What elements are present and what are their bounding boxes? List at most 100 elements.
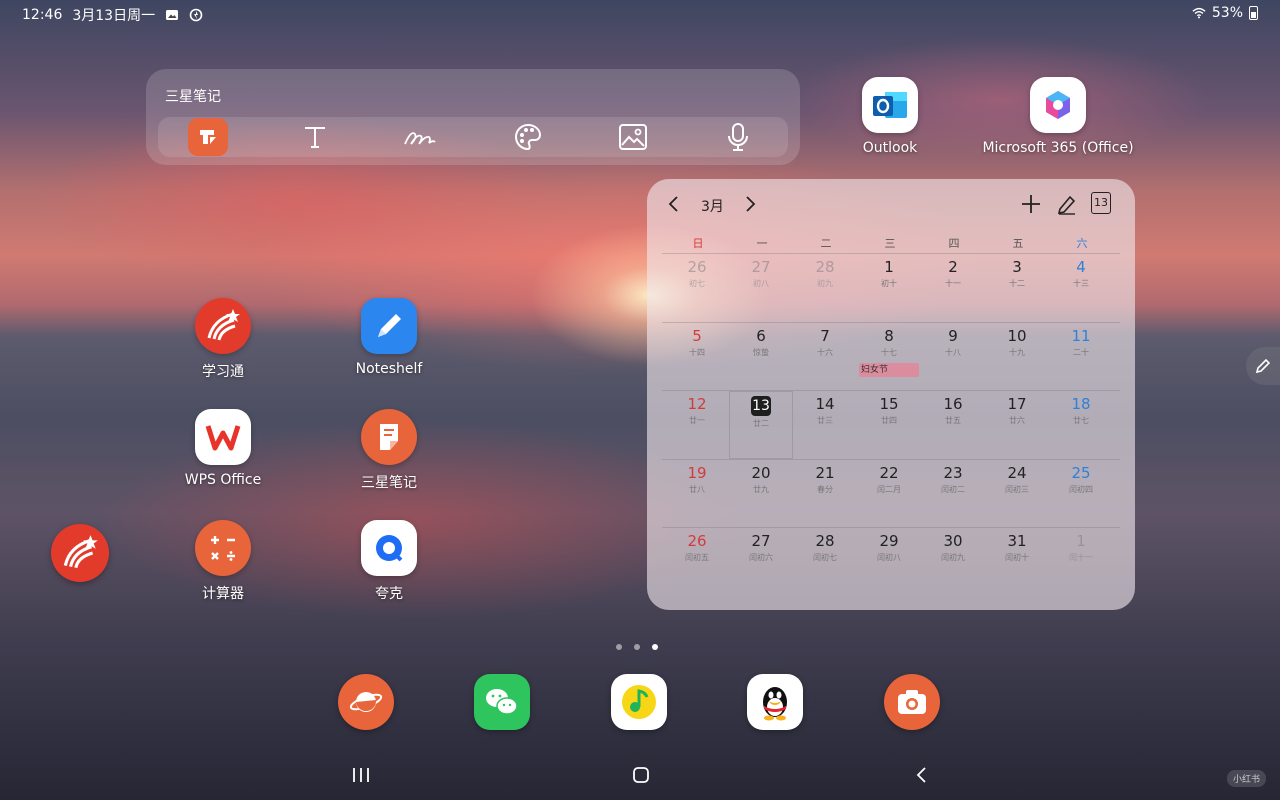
calendar-day-cell[interactable]: 19 廿八 <box>665 460 729 528</box>
calendar-day-cell[interactable]: 12 廿一 <box>665 391 729 459</box>
weekday-wed: 三 <box>884 237 896 250</box>
calendar-day-cell[interactable]: 6 惊蛰 <box>729 323 793 391</box>
status-bar-right: 53% <box>1192 5 1258 21</box>
wps-office-icon <box>195 409 251 465</box>
drawing-tool-button[interactable] <box>508 120 548 154</box>
app-calculator[interactable]: 计算器 <box>163 520 283 603</box>
calendar-day-cell[interactable]: 28 初九 <box>793 254 857 322</box>
app-label: Noteshelf <box>355 361 423 377</box>
calendar-day-cell[interactable]: 29 闰初八 <box>857 528 921 596</box>
calendar-day-cell[interactable]: 14 廿三 <box>793 391 857 459</box>
page-dot[interactable] <box>634 644 640 650</box>
calendar-day-cell[interactable]: 2 十一 <box>921 254 985 322</box>
calendar-day-cell[interactable]: 20 廿九 <box>729 460 793 528</box>
app-label: Outlook <box>862 140 918 156</box>
lunar-date: 初七 <box>689 279 705 288</box>
page-indicator[interactable] <box>616 644 658 650</box>
internet-planet-icon <box>349 692 383 712</box>
image-tool-button[interactable] <box>613 120 653 154</box>
xuexitong-shortcut-icon[interactable] <box>51 524 109 582</box>
lunar-date: 十四 <box>689 348 705 357</box>
calendar-day-cell[interactable]: 5 十四 <box>665 323 729 391</box>
recent-apps-button[interactable] <box>346 762 376 788</box>
calendar-day-number: 19 <box>687 464 707 482</box>
calendar-day-cell[interactable]: 24 闰初三 <box>985 460 1049 528</box>
app-quark[interactable]: 夸克 <box>329 520 449 603</box>
app-samsung-notes[interactable]: 三星笔记 <box>329 409 449 492</box>
calendar-day-cell[interactable]: 26 初七 <box>665 254 729 322</box>
calendar-day-cell[interactable]: 10 十九 <box>985 323 1049 391</box>
pencil-icon <box>1255 358 1271 374</box>
today-button[interactable]: 13 <box>1091 192 1111 214</box>
calendar-week-row: 26 闰初五 27 闰初六 28 闰初七 29 闰初八 30 闰初九 31 闰初十 1 闰十一 <box>662 527 1120 596</box>
app-microsoft-365[interactable]: Microsoft 365 (Office) <box>958 77 1158 156</box>
calendar-day-cell[interactable]: 31 闰初十 <box>985 528 1049 596</box>
calendar-day-cell[interactable]: 28 闰初七 <box>793 528 857 596</box>
home-button[interactable] <box>626 762 656 788</box>
text-tool-button[interactable] <box>295 120 335 154</box>
page-dot-active[interactable] <box>652 644 658 650</box>
lunar-date: 闰初二 <box>941 485 965 494</box>
app-noteshelf[interactable]: Noteshelf <box>329 298 449 377</box>
add-event-button[interactable] <box>1020 193 1042 215</box>
voice-recording-button[interactable] <box>718 120 758 154</box>
calendar-day-cell[interactable]: 7 十六 <box>793 323 857 391</box>
calendar-day-cell[interactable]: 18 廿七 <box>1049 391 1113 459</box>
prev-month-button[interactable] <box>667 195 681 213</box>
calendar-day-cell[interactable]: 9 十八 <box>921 323 985 391</box>
dock-samsung-internet[interactable] <box>338 674 394 730</box>
calendar-day-cell[interactable]: 15 廿四 <box>857 391 921 459</box>
app-outlook[interactable]: Outlook <box>830 77 950 156</box>
handwriting-tool-button[interactable] <box>400 120 440 154</box>
calendar-week-row: 19 廿八 20 廿九 21 春分 22 闰二月 23 闰初二 24 闰初三 25 闰初四 <box>662 459 1120 528</box>
calendar-day-cell[interactable]: 21 春分 <box>793 460 857 528</box>
calendar-day-cell[interactable]: 4 十三 <box>1049 254 1113 322</box>
wechat-icon <box>486 689 518 715</box>
calendar-header: 3月 13 <box>647 189 1135 219</box>
calendar-event[interactable]: 妇女节 <box>859 363 919 377</box>
calendar-day-cell[interactable]: 16 廿五 <box>921 391 985 459</box>
lunar-date: 闰初四 <box>1069 485 1093 494</box>
new-note-button[interactable] <box>188 118 228 156</box>
calendar-day-number: 26 <box>687 258 707 276</box>
lunar-date: 廿五 <box>945 416 961 425</box>
lunar-date: 十二 <box>1009 279 1025 288</box>
calendar-day-number: 27 <box>751 532 771 550</box>
dock-qq-music[interactable] <box>611 674 667 730</box>
edge-panel-handle[interactable] <box>1246 347 1280 385</box>
calendar-widget[interactable]: 3月 13 日 一 二 三 四 五 六 26 初七 27 初八 28 初九 1 初十 2 十一 3 十… <box>647 179 1135 610</box>
calendar-day-cell[interactable]: 22 闰二月 <box>857 460 921 528</box>
calendar-day-cell[interactable]: 23 闰初二 <box>921 460 985 528</box>
weekday-header: 日 一 二 三 四 五 六 <box>647 235 1135 251</box>
calendar-week-row: 12 廿一 13 廿二 14 廿三 15 廿四 16 廿五 17 廿六 18 廿七 <box>662 390 1120 459</box>
app-label: 三星笔记 <box>361 475 417 491</box>
app-xuexitong[interactable]: 学习通 <box>163 298 283 381</box>
calendar-day-cell[interactable]: 17 廿六 <box>985 391 1049 459</box>
back-button[interactable] <box>907 762 937 788</box>
calendar-day-cell[interactable]: 25 闰初四 <box>1049 460 1113 528</box>
dock-qq[interactable] <box>747 674 803 730</box>
calendar-day-cell[interactable]: 27 闰初六 <box>729 528 793 596</box>
calendar-day-number: 17 <box>1007 395 1027 413</box>
calendar-day-cell[interactable]: 26 闰初五 <box>665 528 729 596</box>
dock-camera[interactable] <box>884 674 940 730</box>
calendar-day-cell[interactable]: 1 闰十一 <box>1049 528 1113 596</box>
edit-icon[interactable] <box>1056 193 1078 215</box>
calendar-day-number: 18 <box>1071 395 1091 413</box>
app-wps-office[interactable]: WPS Office <box>163 409 283 488</box>
calendar-day-cell[interactable]: 3 十二 <box>985 254 1049 322</box>
samsung-notes-widget[interactable]: 三星笔记 <box>146 69 800 165</box>
calendar-day-cell[interactable]: 27 初八 <box>729 254 793 322</box>
dock-wechat[interactable] <box>474 674 530 730</box>
lunar-date: 闰初十 <box>1005 553 1029 562</box>
calendar-day-cell[interactable]: 30 闰初九 <box>921 528 985 596</box>
page-dot[interactable] <box>616 644 622 650</box>
next-month-button[interactable] <box>743 195 757 213</box>
lunar-date: 廿九 <box>753 485 769 494</box>
calendar-day-cell[interactable]: 1 初十 <box>857 254 921 322</box>
calendar-day-cell[interactable]: 13 廿二 <box>729 391 793 459</box>
calendar-day-cell[interactable]: 8 十七 妇女节 <box>857 323 921 391</box>
gallery-notification-icon <box>166 10 179 20</box>
calendar-day-cell[interactable]: 11 二十 <box>1049 323 1113 391</box>
calendar-day-number: 28 <box>815 532 835 550</box>
